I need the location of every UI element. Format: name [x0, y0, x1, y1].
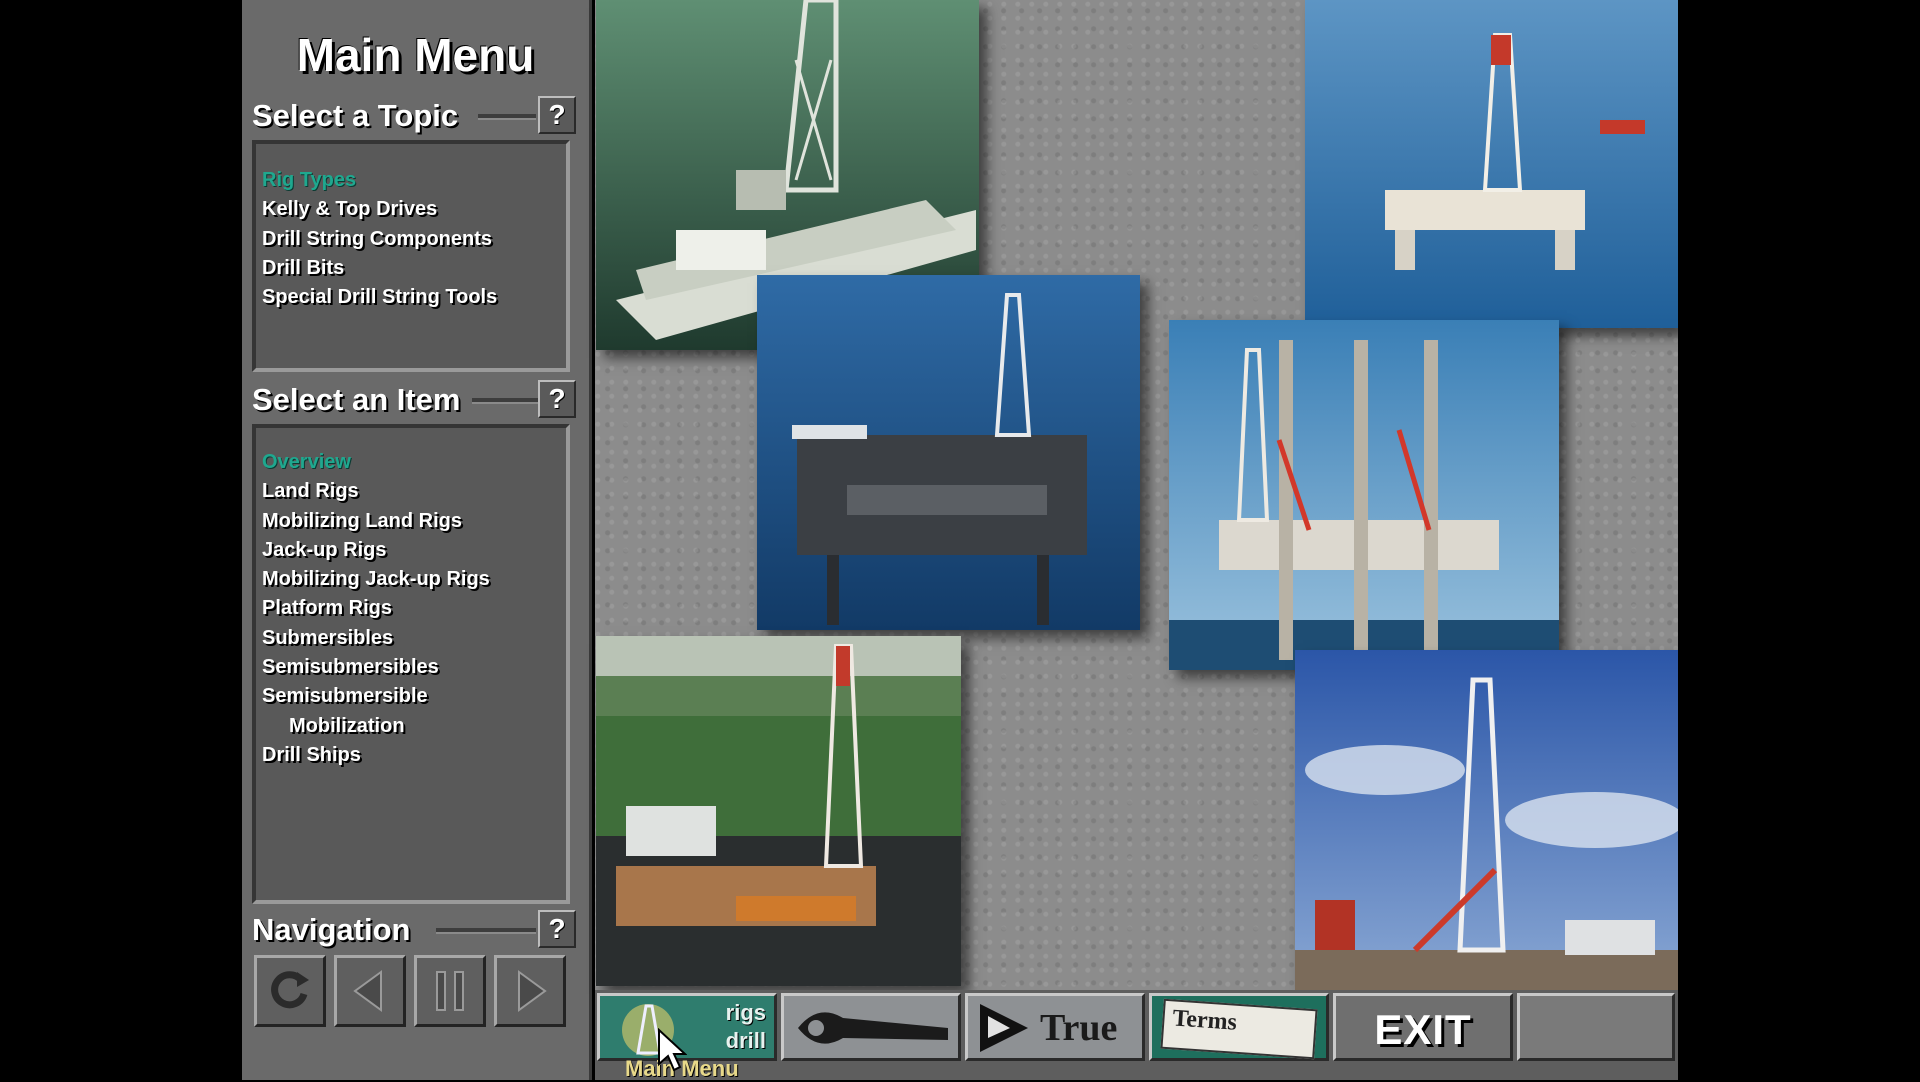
item-mobilizing-land-rigs[interactable]: Mobilizing Land Rigs [256, 507, 566, 536]
topic-item-kelly-top-drives[interactable]: Kelly & Top Drives [256, 195, 566, 224]
item-list: Overview Land Rigs Mobilizing Land Rigs … [252, 424, 570, 904]
exit-button[interactable]: EXIT [1333, 993, 1513, 1061]
true-text: True [1040, 1007, 1118, 1049]
divider [478, 114, 536, 120]
navigation-label: Navigation [252, 912, 411, 947]
terms-button[interactable]: Terms [1149, 993, 1329, 1061]
drill-text: drill [725, 1028, 766, 1053]
item-help-button[interactable]: ? [538, 380, 576, 418]
terms-text: Terms [1171, 1005, 1238, 1036]
main-menu-panel: Main Menu Select a Topic ? Rig Types Kel… [242, 0, 592, 1080]
quiz-flag-icon [980, 1004, 1028, 1052]
next-icon [518, 970, 547, 1012]
pause-icon [436, 971, 464, 1011]
item-section-header: Select an Item ? [250, 374, 582, 424]
platform-rig-photo [757, 275, 1140, 630]
semisubmersible-photo [1305, 0, 1678, 328]
mouse-cursor-icon [658, 1028, 687, 1072]
item-platform-rigs[interactable]: Platform Rigs [256, 594, 566, 623]
divider [436, 928, 536, 934]
topic-item-special-drill-string-tools[interactable]: Special Drill String Tools [256, 283, 566, 312]
replay-icon [271, 971, 309, 1009]
topic-item-rig-types[interactable]: Rig Types [256, 166, 566, 195]
topic-list: Rig Types Kelly & Top Drives Drill Strin… [252, 140, 570, 372]
previous-icon [353, 970, 382, 1012]
item-mobilizing-jack-up-rigs[interactable]: Mobilizing Jack-up Rigs [256, 565, 566, 594]
glossary-card-icon: Terms [1160, 998, 1318, 1060]
rig-photo-collage [595, 0, 1678, 990]
true-false-button[interactable]: True [965, 993, 1145, 1061]
next-button[interactable] [494, 955, 566, 1027]
item-submersibles[interactable]: Submersibles [256, 624, 566, 653]
navigation-section-header: Navigation ? [250, 904, 582, 954]
exit-label: EXIT [1374, 1006, 1472, 1053]
item-jack-up-rigs[interactable]: Jack-up Rigs [256, 536, 566, 565]
previous-button[interactable] [334, 955, 406, 1027]
land-rig-sky-photo [1295, 650, 1678, 990]
item-mobilization[interactable]: Mobilization [256, 712, 566, 741]
blank-button[interactable] [1517, 993, 1675, 1061]
land-rig-photo [596, 636, 961, 986]
wrench-icon [798, 1012, 948, 1044]
navigation-buttons [254, 955, 572, 1031]
item-drill-ships[interactable]: Drill Ships [256, 741, 566, 770]
rigs-drill-button[interactable]: rigs drill [597, 993, 777, 1061]
bottom-toolbar: rigs drill True Terms EXIT Main Menu [595, 990, 1678, 1081]
replay-button[interactable] [254, 955, 326, 1027]
pause-button[interactable] [414, 955, 486, 1027]
item-land-rigs[interactable]: Land Rigs [256, 477, 566, 506]
topic-item-drill-string-components[interactable]: Drill String Components [256, 225, 566, 254]
topic-section-label: Select a Topic [252, 98, 459, 133]
jack-up-rig-photo [1169, 320, 1559, 670]
navigation-help-button[interactable]: ? [538, 910, 576, 948]
main-menu-title: Main Menu [296, 29, 535, 81]
item-section-label: Select an Item [252, 382, 461, 417]
tools-button[interactable] [781, 993, 961, 1061]
topic-item-drill-bits[interactable]: Drill Bits [256, 254, 566, 283]
item-semisubmersibles[interactable]: Semisubmersibles [256, 653, 566, 682]
topic-section-header: Select a Topic ? [250, 90, 582, 140]
divider [472, 398, 538, 404]
item-semisubmersible[interactable]: Semisubmersible [256, 682, 566, 711]
rigs-text: rigs [725, 1000, 766, 1025]
item-overview[interactable]: Overview [256, 448, 566, 477]
topic-help-button[interactable]: ? [538, 96, 576, 134]
